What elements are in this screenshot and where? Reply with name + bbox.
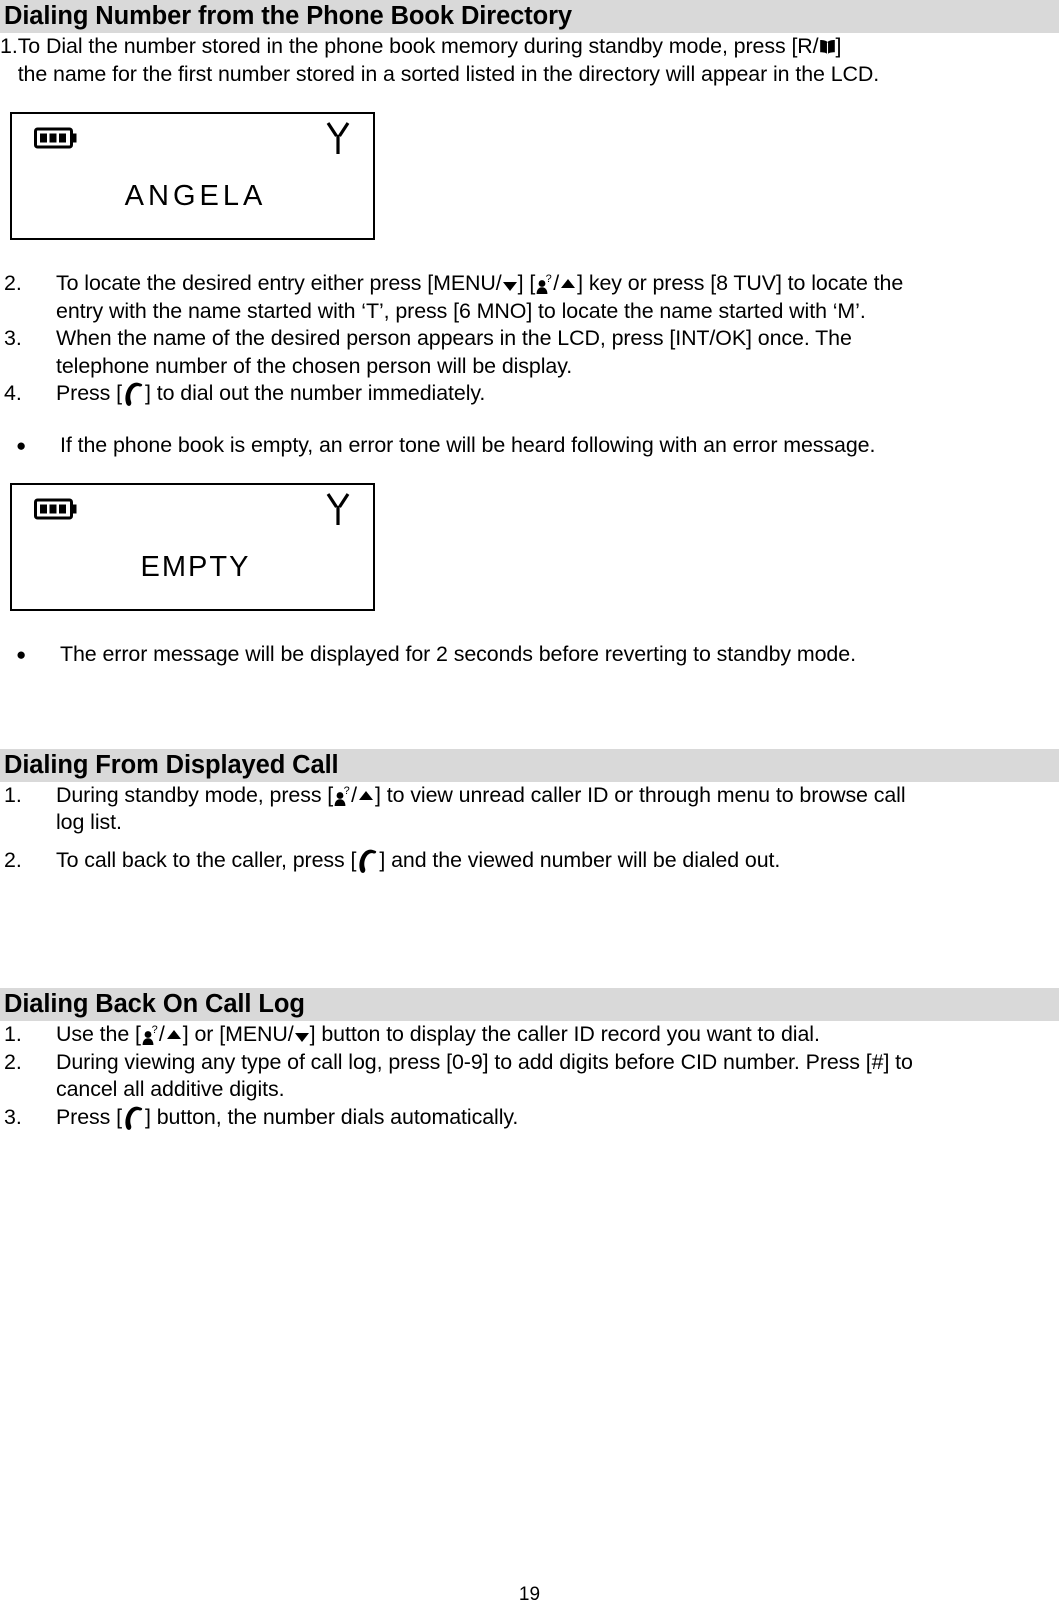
s3-step1-text-3: ] or [MENU/ — [182, 1022, 294, 1047]
step2-text-3: / — [553, 271, 560, 296]
bullet-item-text: The error message will be displayed for … — [60, 642, 856, 667]
s2-step1-text-1: During standby mode, press [ — [56, 782, 334, 807]
step1-text-before: To Dial the number stored in the phone b… — [17, 34, 819, 59]
list-item-step-1: 1. To Dial the number stored in the phon… — [0, 33, 1059, 88]
list-marker: 2. — [4, 847, 22, 872]
s2-step1-text-2: / — [351, 782, 358, 807]
phone-handset-icon — [122, 381, 144, 407]
document-page: Dialing Number from the Phone Book Direc… — [0, 0, 1059, 1624]
step2-line2: entry with the name started with ‘T’, pr… — [56, 298, 866, 323]
step4-text-1: Press [ — [56, 381, 123, 406]
svg-text:?: ? — [546, 273, 552, 285]
step3-line2: telephone number of the chosen person wi… — [56, 353, 573, 378]
list-item-text: To call back to the caller, press [ ] and… — [56, 847, 1059, 875]
list-marker: 1. — [0, 34, 18, 59]
s3-step1-text-4: ] button to display the caller ID record… — [309, 1022, 820, 1047]
battery-full-icon — [34, 127, 78, 149]
list-marker: 2. — [4, 1049, 22, 1074]
lcd-status-bar — [12, 121, 373, 155]
list-item-step-2: 2. To locate the desired entry either pr… — [0, 270, 1059, 325]
person-question-icon: ? — [141, 1024, 159, 1046]
chevron-up-icon — [166, 1030, 181, 1040]
list-marker: 4. — [4, 381, 22, 406]
list-item-text: To Dial the number stored in the phone b… — [18, 33, 1059, 88]
lcd-display-2-wrapper: EMPTY — [0, 483, 1059, 612]
s3-step1-text-1: Use the [ — [56, 1022, 141, 1047]
chevron-down-icon — [294, 1033, 309, 1043]
list-item-text: To locate the desired entry either press… — [56, 270, 1059, 325]
svg-text:?: ? — [151, 1024, 157, 1036]
list-item-text: During viewing any type of call log, pre… — [56, 1049, 1059, 1104]
chevron-down-icon — [502, 282, 517, 292]
chevron-up-icon — [561, 279, 576, 289]
lcd-status-bar — [12, 492, 373, 526]
s3-step2-line2: cancel all additive digits. — [56, 1077, 285, 1102]
step2-text-2: ] [ — [517, 271, 536, 296]
page-number: 19 — [518, 1584, 541, 1605]
s3-step2-line1: During viewing any type of call log, pre… — [56, 1049, 913, 1074]
list-item-text: When the name of the desired person appe… — [56, 325, 1059, 380]
list-item-text: During standby mode, press [? / ] to view … — [56, 782, 1059, 837]
lcd-display-angela: ANGELA — [10, 112, 375, 241]
list-item-step-3: 3. When the name of the desired person a… — [0, 325, 1059, 380]
step1-text-after: ] — [835, 34, 842, 59]
section-heading-phone-book: Dialing Number from the Phone Book Direc… — [0, 0, 1059, 34]
section-heading-call-log: Dialing Back On Call Log — [0, 988, 1059, 1022]
list-item-text: Press [ ] to dial out the number immediat… — [56, 380, 1059, 408]
s3-step1-text-2: / — [158, 1022, 165, 1047]
s3-step3-text-2: ] button, the number dials automatically… — [145, 1104, 519, 1129]
list-marker: 1. — [4, 1022, 22, 1047]
bullet-item-empty-phonebook: ● If the phone book is empty, an error t… — [0, 432, 1059, 460]
list-item-text: Press [ ] button, the number dials automa… — [56, 1104, 1059, 1132]
list-item-s3-step-2: 2. During viewing any type of call log, … — [0, 1049, 1059, 1104]
bullet-marker: ● — [16, 435, 27, 455]
list-marker: 3. — [4, 1104, 22, 1129]
list-item-s2-step-1: 1. During standby mode, press [? / ] to vi… — [0, 782, 1059, 837]
s2-step2-text-1: To call back to the caller, press [ — [56, 847, 357, 872]
open-book-icon — [819, 39, 836, 55]
bullet-item-text: If the phone book is empty, an error ton… — [60, 432, 876, 457]
antenna-icon — [325, 121, 351, 155]
list-item-text: Use the [? / ] or [MENU/ ] button to displa… — [56, 1021, 1059, 1049]
bullet-item-error-duration: ● The error message will be displayed fo… — [0, 641, 1059, 669]
antenna-icon — [325, 492, 351, 526]
list-item-step-4: 4. Press [ ] to dial out the number immed… — [0, 380, 1059, 408]
step4-text-2: ] to dial out the number immediately. — [145, 381, 486, 406]
step2-text-4: ] key or press [8 TUV] to locate the — [577, 271, 904, 296]
phone-handset-icon — [122, 1105, 144, 1131]
person-question-icon: ? — [333, 785, 351, 806]
list-item-s3-step-3: 3. Press [ ] button, the number dials aut… — [0, 1104, 1059, 1132]
lcd-display-1-wrapper: ANGELA — [0, 112, 1059, 241]
s3-step3-text-1: Press [ — [56, 1104, 123, 1129]
phone-handset-icon — [356, 848, 378, 874]
step3-line1: When the name of the desired person appe… — [56, 326, 852, 351]
person-question-icon: ? — [535, 273, 553, 295]
list-item-s2-step-2: 2. To call back to the caller, press [ ] … — [0, 847, 1059, 875]
list-marker: 1. — [4, 782, 22, 807]
s2-step1-text-3: ] to view unread caller ID or through me… — [375, 782, 906, 807]
bullet-marker: ● — [16, 645, 27, 665]
s2-step2-text-2: ] and the viewed number will be dialed o… — [379, 847, 781, 872]
section-heading-displayed-call: Dialing From Displayed Call — [0, 748, 1059, 782]
chevron-up-icon — [359, 790, 374, 800]
list-marker: 2. — [4, 271, 22, 296]
s2-step1-line2: log list. — [56, 810, 122, 835]
step2-text-1: To locate the desired entry either press… — [56, 271, 502, 296]
lcd-text-line: ANGELA — [124, 180, 267, 213]
battery-full-icon — [34, 498, 78, 520]
list-marker: 3. — [4, 326, 22, 351]
lcd-text-line: EMPTY — [140, 551, 251, 584]
svg-text:?: ? — [344, 785, 350, 797]
lcd-display-empty: EMPTY — [10, 483, 375, 612]
step1-line2: the name for the first number stored in … — [17, 61, 880, 86]
list-item-s3-step-1: 1. Use the [? / ] or [MENU/ ] button to dis… — [0, 1021, 1059, 1049]
